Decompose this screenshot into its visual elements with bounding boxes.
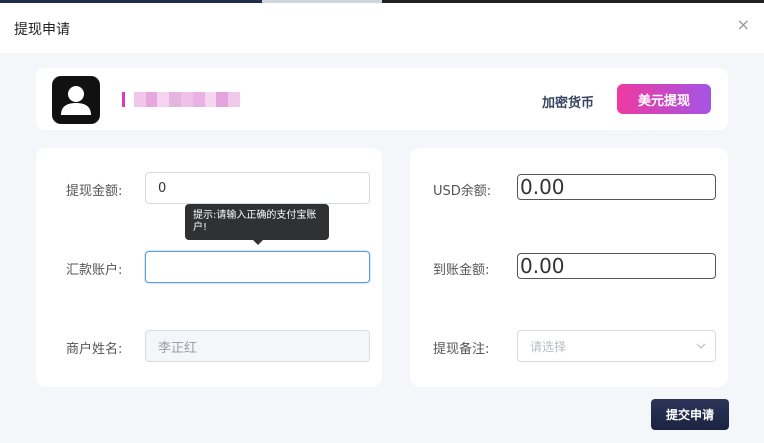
amount-input[interactable]: 0 bbox=[145, 172, 370, 204]
profile-card: 加密货币 美元提现 bbox=[36, 68, 728, 130]
avatar bbox=[52, 76, 100, 124]
tooltip-arrow bbox=[253, 240, 263, 245]
chevron-down-icon bbox=[696, 343, 706, 349]
user-silhouette-icon bbox=[61, 86, 91, 115]
usd-withdraw-button[interactable]: 美元提现 bbox=[617, 84, 711, 114]
submit-button[interactable]: 提交申请 bbox=[651, 399, 729, 430]
merchant-label: 商户姓名: bbox=[66, 342, 123, 357]
redacted-block bbox=[133, 92, 146, 107]
usd-balance-field: 0.00 bbox=[517, 174, 716, 200]
remark-select[interactable]: 请选择 bbox=[517, 330, 716, 362]
redacted-block bbox=[204, 92, 217, 107]
account-input[interactable] bbox=[145, 251, 370, 283]
crypto-currency-tab[interactable]: 加密货币 bbox=[542, 92, 594, 111]
received-amount-label: 到账金额: bbox=[433, 263, 490, 278]
tooltip-text: 提示:请输入正确的支付宝账户! bbox=[193, 210, 317, 233]
redacted-block bbox=[157, 92, 170, 107]
received-amount-field: 0.00 bbox=[517, 253, 716, 279]
redacted-block bbox=[145, 92, 158, 107]
merchant-name-input: 李正红 bbox=[145, 330, 370, 362]
username-redacted bbox=[122, 92, 240, 107]
redacted-block bbox=[216, 92, 229, 107]
redacted-block bbox=[122, 92, 125, 107]
dialog-body: 加密货币 美元提现 提现金额: 0 提示:请输入正确的支付宝账户! 汇款账户: … bbox=[0, 53, 764, 443]
remark-label: 提现备注: bbox=[433, 342, 490, 357]
remark-placeholder: 请选择 bbox=[530, 339, 567, 354]
account-tooltip: 提示:请输入正确的支付宝账户! bbox=[185, 204, 329, 245]
close-icon[interactable]: × bbox=[737, 15, 750, 34]
withdraw-form-card: 提现金额: 0 提示:请输入正确的支付宝账户! 汇款账户: 商户姓名: 李正红 bbox=[36, 148, 382, 387]
balance-card: USD余额: 0.00 到账金额: 0.00 提现备注: 请选择 bbox=[410, 148, 728, 387]
redacted-block bbox=[192, 92, 205, 107]
usd-balance-label: USD余额: bbox=[433, 184, 492, 199]
withdraw-dialog: 提现申请 × 加密货币 美元提现 提现金额: 0 提示:请输入正确的支付宝账户!… bbox=[0, 3, 764, 443]
account-label: 汇款账户: bbox=[66, 263, 123, 278]
redacted-block bbox=[169, 92, 181, 107]
redacted-block bbox=[181, 92, 193, 107]
amount-label: 提现金额: bbox=[66, 184, 123, 199]
dialog-title: 提现申请 bbox=[14, 22, 70, 38]
redacted-block bbox=[228, 92, 240, 107]
